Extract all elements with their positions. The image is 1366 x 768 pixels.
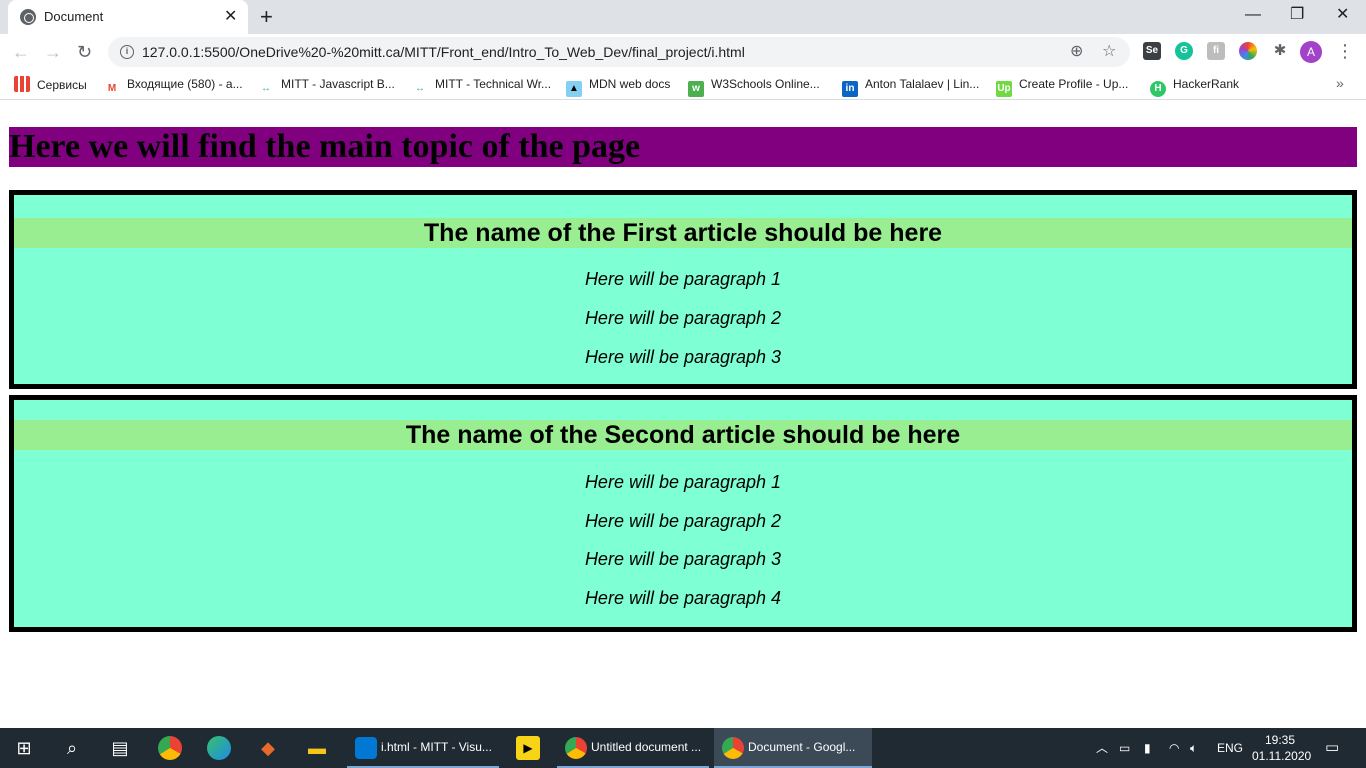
minimize-button[interactable]: — xyxy=(1245,4,1261,26)
extension-icon[interactable]: fi xyxy=(1207,42,1225,60)
device-icon[interactable]: ▭ xyxy=(1119,740,1130,756)
article-paragraph: Here will be paragraph 1 xyxy=(584,269,782,289)
chrome-icon xyxy=(565,737,587,759)
mdn-icon: ▲ xyxy=(566,81,582,97)
chrome-icon xyxy=(722,737,744,759)
url-text[interactable]: 127.0.0.1:5500/OneDrive%20-%20mitt.ca/MI… xyxy=(142,44,745,60)
clock-date: 01.11.2020 xyxy=(1252,749,1312,763)
volume-icon[interactable]: 🔈︎ xyxy=(1190,740,1197,756)
bookmark-star-icon[interactable]: ☆ xyxy=(1102,42,1116,62)
bookmarks-bar: Сервисы M Входящие (580) - a... ↔ MITT - J… xyxy=(0,70,1366,100)
article-paragraph: Here will be paragraph 3 xyxy=(584,347,782,367)
back-button[interactable]: ← xyxy=(12,39,30,65)
file-explorer-icon[interactable]: ▬ xyxy=(305,736,329,760)
w3schools-icon: w xyxy=(688,81,704,97)
linkedin-icon: in xyxy=(842,81,858,97)
bookmark-gmail[interactable]: M Входящие (580) - a... xyxy=(104,76,243,97)
bookmark-services[interactable]: Сервисы xyxy=(14,76,87,94)
task-view-icon[interactable]: ▤ xyxy=(108,736,132,760)
sticky-notes-icon[interactable]: ▶ xyxy=(516,736,540,760)
bookmark-w3schools[interactable]: w W3Schools Online... xyxy=(688,76,820,97)
clock[interactable]: 19:35 01.11.2020 xyxy=(1252,732,1312,764)
upwork-icon: Up xyxy=(996,81,1012,97)
address-bar[interactable]: i 127.0.0.1:5500/OneDrive%20-%20mitt.ca/… xyxy=(108,37,1130,67)
article-paragraph: Here will be paragraph 2 xyxy=(584,511,782,531)
site-info-icon[interactable]: i xyxy=(120,45,134,59)
notifications-icon[interactable]: ▭ xyxy=(1325,740,1339,756)
bookmark-linkedin[interactable]: in Anton Talalaev | Lin... xyxy=(842,76,979,97)
bookmark-mitt-technical[interactable]: ↔ MITT - Technical Wr... xyxy=(412,76,551,97)
chrome-pinned-icon[interactable] xyxy=(158,736,182,760)
forward-button[interactable]: → xyxy=(44,39,62,65)
article-paragraph: Here will be paragraph 2 xyxy=(584,308,782,328)
tab-strip: Document ✕ + — ❐ ✕ xyxy=(0,0,1366,34)
wifi-icon[interactable]: ◠ xyxy=(1169,740,1179,756)
reload-button[interactable]: ↻ xyxy=(77,39,92,65)
language-indicator[interactable]: ENG xyxy=(1217,740,1243,756)
taskbar-app-vscode[interactable]: i.html - MITT - Visu... xyxy=(347,728,499,768)
page-viewport: Here we will find the main topic of the … xyxy=(0,101,1366,728)
grammarly-extension-icon[interactable]: G xyxy=(1175,42,1193,60)
tab-title: Document xyxy=(44,9,104,24)
mitt-icon: ↔ xyxy=(412,81,428,97)
battery-icon[interactable]: ▮ xyxy=(1144,740,1151,756)
article-paragraph: Here will be paragraph 4 xyxy=(584,588,782,608)
tray-overflow-icon[interactable]: ︿ xyxy=(1096,740,1108,756)
page-title: Here we will find the main topic of the … xyxy=(9,127,1357,167)
article-title: The name of the First article should be … xyxy=(14,218,1352,248)
browser-tab[interactable]: Document ✕ xyxy=(8,0,248,34)
puzzle-extensions-icon[interactable]: ✱ xyxy=(1271,42,1289,60)
new-tab-button[interactable]: + xyxy=(260,4,273,30)
clock-time: 19:35 xyxy=(1264,733,1296,747)
chrome-menu-icon[interactable]: ⋮ xyxy=(1336,40,1354,62)
bookmarks-overflow-icon[interactable]: » xyxy=(1336,75,1344,91)
apps-grid-icon xyxy=(14,76,30,92)
article-title: The name of the Second article should be… xyxy=(14,420,1352,450)
bookmark-mitt-javascript[interactable]: ↔ MITT - Javascript B... xyxy=(258,76,395,97)
article-second: The name of the Second article should be… xyxy=(9,395,1357,632)
article-first: The name of the First article should be … xyxy=(9,190,1357,389)
taskbar-app-chrome-untitled[interactable]: Untitled document ... xyxy=(557,728,709,768)
edge-icon[interactable] xyxy=(207,736,231,760)
restore-button[interactable]: ❐ xyxy=(1290,4,1304,26)
windows-start-icon[interactable]: ⊞ xyxy=(12,736,36,760)
profile-avatar[interactable]: A xyxy=(1300,41,1322,63)
zoom-icon[interactable]: ⊕ xyxy=(1070,42,1083,62)
hackerrank-icon: H xyxy=(1150,81,1166,97)
windows-taskbar: ⊞ ⌕ ▤ ◆ ▬ i.html - MITT - Visu... ▶ Unti… xyxy=(0,728,1366,768)
vscode-icon xyxy=(355,737,377,759)
article-paragraph: Here will be paragraph 3 xyxy=(584,549,782,569)
taskbar-app-chrome-document[interactable]: Document - Googl... xyxy=(714,728,872,768)
bookmark-hackerrank[interactable]: H HackerRank xyxy=(1150,76,1239,97)
mitt-icon: ↔ xyxy=(258,81,274,97)
gmail-icon: M xyxy=(104,81,120,97)
globe-icon xyxy=(20,9,36,25)
search-icon[interactable]: ⌕ xyxy=(60,736,84,760)
close-window-button[interactable]: ✕ xyxy=(1336,4,1349,26)
git-icon[interactable]: ◆ xyxy=(256,736,280,760)
article-paragraph: Here will be paragraph 1 xyxy=(584,472,782,492)
bookmark-mdn[interactable]: ▲ MDN web docs xyxy=(566,76,670,97)
bookmark-upwork[interactable]: Up Create Profile - Up... xyxy=(996,76,1128,97)
browser-toolbar: ← → ↻ i 127.0.0.1:5500/OneDrive%20-%20mi… xyxy=(0,34,1366,70)
tab-close-icon[interactable]: ✕ xyxy=(224,7,237,27)
selenium-extension-icon[interactable]: Se xyxy=(1143,42,1161,60)
color-picker-extension-icon[interactable] xyxy=(1239,42,1257,60)
